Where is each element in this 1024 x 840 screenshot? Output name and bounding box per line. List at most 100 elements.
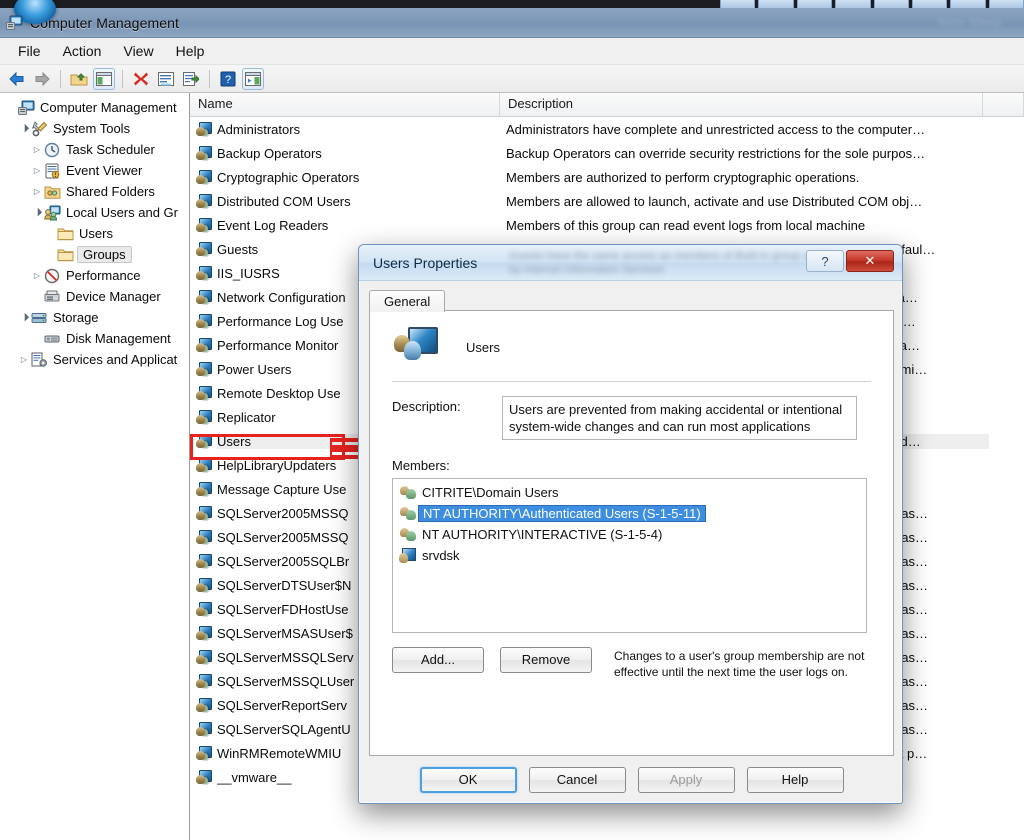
svg-text:?: ? (225, 74, 231, 86)
services-icon (31, 352, 49, 368)
disk-management-icon (44, 331, 62, 347)
tree-item-computer-management[interactable]: Computer Management (0, 97, 189, 118)
table-row[interactable]: Backup Operators Backup Operators can ove… (190, 141, 1024, 165)
computer-management-window: Computer Management Auto Sleep File Acti… (0, 0, 1024, 840)
tree-item-label: Storage (53, 310, 99, 325)
column-header-name[interactable]: Name (190, 93, 500, 117)
menu-view[interactable]: View (113, 40, 163, 62)
dialog-titlebar: Users Properties Guests have the same ac… (359, 245, 902, 281)
tree-item-storage[interactable]: Storage (0, 307, 189, 328)
local-users-icon (44, 205, 62, 221)
column-header-blank[interactable] (983, 93, 1024, 117)
table-row[interactable]: Administrators Administrators have comple… (190, 117, 1024, 141)
chevron-right-icon[interactable] (30, 167, 44, 175)
forward-icon[interactable] (31, 68, 53, 90)
tree-item-services-and-applicat[interactable]: Services and Applicat (0, 349, 189, 370)
apply-button: Apply (637, 767, 735, 793)
tree-item-performance[interactable]: Performance (0, 265, 189, 286)
export-list-icon[interactable] (180, 68, 202, 90)
table-row[interactable]: Event Log Readers Members of this group c… (190, 213, 1024, 237)
chevron-right-icon[interactable] (30, 188, 44, 196)
chevron-down-icon[interactable] (17, 314, 31, 322)
group-description-cell: Members are allowed to launch, activate … (506, 193, 923, 209)
up-folder-icon[interactable] (68, 68, 90, 90)
tree-item-disk-management[interactable]: Disk Management (0, 328, 189, 349)
remove-button[interactable]: Remove (500, 647, 592, 673)
list-header: Name Description (190, 93, 1024, 117)
tree-item-users[interactable]: Users (0, 223, 189, 244)
group-description-cell: Members of this group can read event log… (506, 217, 866, 233)
tree-item-device-manager[interactable]: Device Manager (0, 286, 189, 307)
computer-icon (18, 100, 36, 116)
menu-file[interactable]: File (8, 40, 51, 62)
back-icon[interactable] (6, 68, 28, 90)
group-icon (196, 554, 212, 568)
properties-icon[interactable] (155, 68, 177, 90)
user-icon (399, 548, 416, 563)
member-list-item[interactable]: srvdsk (393, 545, 866, 566)
menubar: File Action View Help (0, 38, 1024, 65)
description-field[interactable]: Users are prevented from making accident… (502, 396, 857, 440)
chevron-right-icon[interactable] (30, 272, 44, 280)
console-tree[interactable]: Computer Management System Tools Task Sche… (0, 93, 190, 840)
menu-action[interactable]: Action (53, 40, 112, 62)
menu-help[interactable]: Help (166, 40, 215, 62)
dialog-close-button[interactable]: ✕ (846, 250, 894, 272)
table-row[interactable]: Cryptographic Operators Members are autho… (190, 165, 1024, 189)
tree-item-label: Disk Management (66, 331, 171, 346)
cancel-button[interactable]: Cancel (528, 767, 626, 793)
clock-icon (44, 142, 62, 158)
help-button[interactable]: Help (746, 767, 844, 793)
group-icon (196, 482, 212, 496)
chevron-down-icon[interactable] (17, 125, 31, 133)
column-header-description[interactable]: Description (500, 93, 983, 117)
toolbar-separator (122, 69, 123, 88)
tab-general[interactable]: General (369, 290, 446, 312)
show-action-pane-icon[interactable] (242, 67, 264, 90)
tree-item-task-scheduler[interactable]: Task Scheduler (0, 139, 189, 160)
toolbar-separator (209, 69, 210, 88)
device-manager-icon (44, 289, 62, 305)
add-button[interactable]: Add... (392, 647, 484, 673)
tree-item-local-users-and-gr[interactable]: Local Users and Gr (0, 202, 189, 223)
folder-icon (57, 226, 75, 242)
chevron-right-icon[interactable] (17, 356, 31, 364)
member-list-item[interactable]: NT AUTHORITY\Authenticated Users (S-1-5-… (393, 503, 866, 524)
group-icon (196, 650, 212, 664)
tree-item-system-tools[interactable]: System Tools (0, 118, 189, 139)
help-icon[interactable]: ? (217, 68, 239, 90)
group-icon (196, 698, 212, 712)
performance-icon (44, 268, 62, 284)
chevron-down-icon[interactable] (30, 209, 44, 217)
tree-item-label: Services and Applicat (53, 352, 178, 367)
system-tools-icon (31, 120, 49, 137)
dialog-help-button[interactable]: ? (806, 250, 844, 272)
tree-item-shared-folders[interactable]: Shared Folders (0, 181, 189, 202)
member-list-item[interactable]: NT AUTHORITY\INTERACTIVE (S-1-5-4) (393, 524, 866, 545)
tree-item-label: Device Manager (66, 289, 161, 304)
dialog-window-buttons: ? ✕ (806, 250, 894, 272)
chevron-right-icon[interactable] (30, 146, 44, 154)
tree-item-event-viewer[interactable]: Event Viewer (0, 160, 189, 181)
members-note: Changes to a user's group membership are… (614, 649, 865, 679)
delete-icon[interactable] (130, 68, 152, 90)
titlebar-ghost-text: Auto Sleep (938, 17, 1002, 29)
group-icon (196, 506, 212, 520)
computer-management-icon (6, 14, 24, 32)
member-name: NT AUTHORITY\Authenticated Users (S-1-5-… (418, 505, 706, 522)
tree-item-groups[interactable]: Groups (0, 244, 189, 265)
member-list-item[interactable]: CITRITE\Domain Users (393, 482, 866, 503)
group-name-cell: Event Log Readers (217, 217, 329, 233)
tree-item-label: Shared Folders (66, 184, 155, 199)
ok-button[interactable]: OK (419, 767, 517, 793)
group-icon (196, 194, 212, 208)
tree-item-label: System Tools (53, 121, 131, 136)
group-icon (196, 410, 212, 424)
members-list[interactable]: CITRITE\Domain Users NT AUTHORITY\Authent… (392, 478, 867, 633)
group-icon (196, 314, 212, 328)
member-name: CITRITE\Domain Users (422, 485, 559, 500)
show-hide-console-tree-icon[interactable] (93, 67, 115, 90)
description-label: Description: (392, 399, 461, 414)
tree-item-label: Performance (66, 268, 141, 283)
table-row[interactable]: Distributed COM Users Members are allowed… (190, 189, 1024, 213)
